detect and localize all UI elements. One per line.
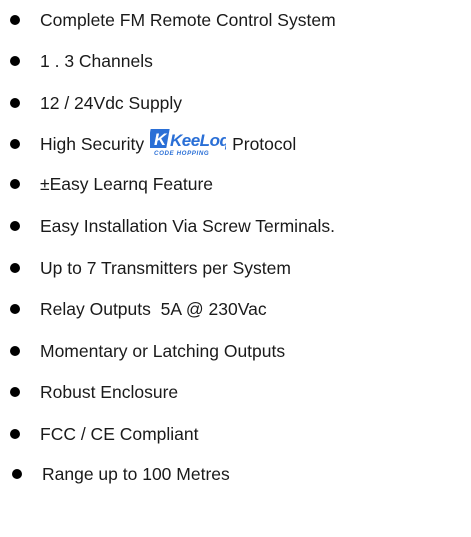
feature-item: Relay Outputs 5A @ 230Vac — [0, 293, 471, 325]
keeloq-wordmark: KeeLoq — [170, 131, 226, 150]
feature-text: 12 / 24Vdc Supply — [40, 93, 183, 113]
feature-text: Robust Enclosure — [40, 382, 179, 402]
feature-item: 1 . 3 Channels — [0, 45, 471, 77]
bullet-icon — [10, 15, 20, 25]
feature-item: High Security K KeeLoq CODE HOPPING Prot… — [0, 128, 471, 160]
feature-text: Momentary or Latching Outputs — [40, 341, 286, 361]
bullet-icon — [10, 387, 20, 397]
feature-text: ±Easy Learnq Feature — [40, 174, 214, 194]
feature-item: Easy Installation Via Screw Terminals. — [0, 210, 471, 242]
bullet-icon — [10, 221, 20, 231]
feature-item: ±Easy Learnq Feature — [0, 168, 471, 200]
keeloq-logo: K KeeLoq CODE HOPPING — [150, 127, 226, 157]
bullet-icon — [10, 263, 20, 273]
feature-item: Robust Enclosure — [0, 376, 471, 408]
protocol-label: Protocol — [232, 134, 297, 154]
feature-text: 1 . 3 Channels — [40, 51, 153, 71]
feature-item: Range up to 100 Metres — [0, 458, 471, 490]
bullet-icon — [12, 469, 22, 479]
feature-item: Momentary or Latching Outputs — [0, 335, 471, 367]
bullet-icon — [10, 346, 20, 356]
bullet-icon — [10, 98, 20, 108]
feature-item: Complete FM Remote Control System — [0, 4, 471, 36]
bullet-icon — [10, 304, 20, 314]
bullet-icon — [10, 139, 20, 149]
bullet-icon — [10, 429, 20, 439]
feature-text: Easy Installation Via Screw Terminals. — [40, 216, 336, 236]
feature-text: High Security K KeeLoq CODE HOPPING Prot… — [40, 128, 296, 160]
feature-item: 12 / 24Vdc Supply — [0, 87, 471, 119]
feature-text: Complete FM Remote Control System — [40, 10, 336, 30]
feature-item: Up to 7 Transmitters per System — [0, 252, 471, 284]
bullet-icon — [10, 56, 20, 66]
feature-text: Relay Outputs 5A @ 230Vac — [40, 299, 267, 319]
feature-item: FCC / CE Compliant — [0, 418, 471, 450]
bullet-icon — [10, 179, 20, 189]
feature-text: Up to 7 Transmitters per System — [40, 258, 291, 278]
high-security-label: High Security — [40, 134, 145, 154]
keeloq-tagline: CODE HOPPING — [154, 150, 209, 157]
feature-text: Range up to 100 Metres — [42, 464, 230, 484]
svg-text:K: K — [154, 130, 168, 149]
feature-text: FCC / CE Compliant — [40, 424, 199, 444]
